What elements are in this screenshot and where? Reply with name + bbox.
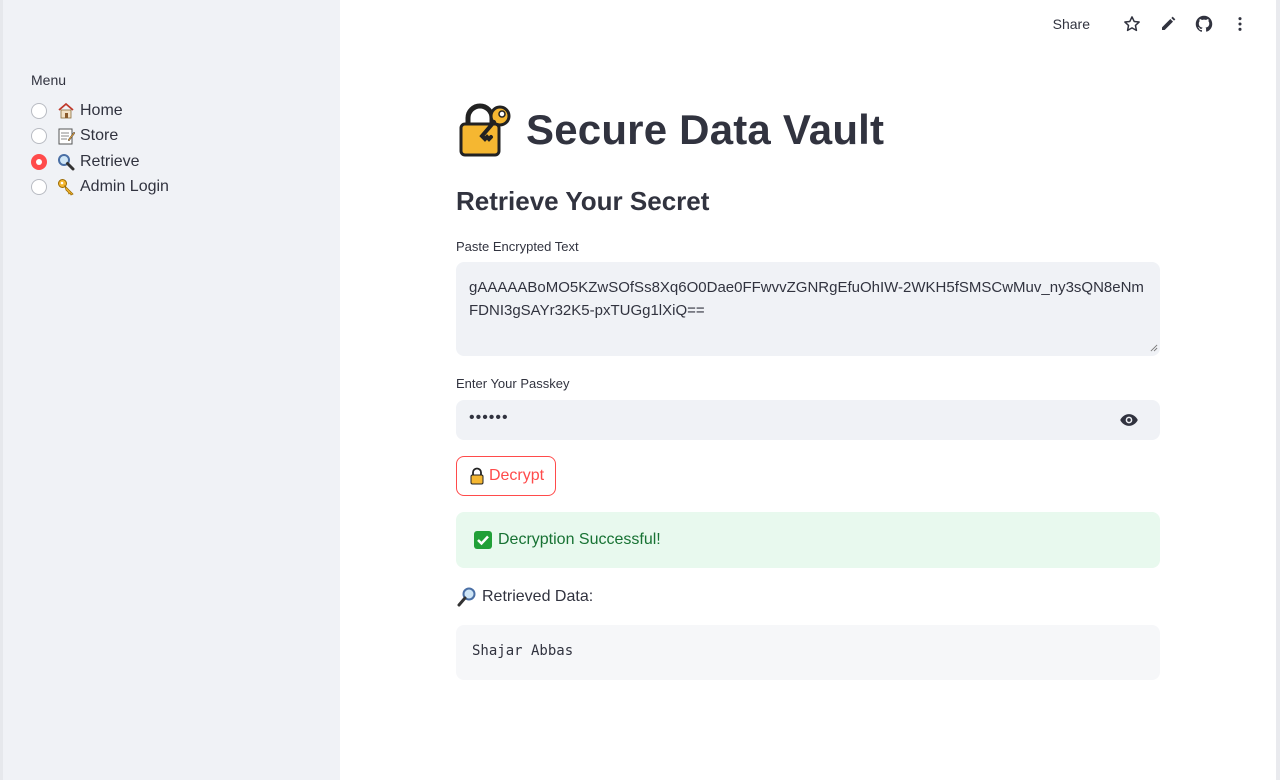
passkey-label: Enter Your Passkey	[456, 376, 570, 391]
menu-item-label: Store	[80, 127, 119, 145]
lock-icon	[470, 467, 484, 485]
decrypt-button-label: Decrypt	[488, 467, 545, 484]
retrieved-data-code-block: Shajar Abbas	[456, 625, 1160, 680]
menu-item-retrieve[interactable]: Retrieve	[31, 149, 169, 175]
passkey-input[interactable]: ••••••	[456, 400, 1160, 440]
scrollbar[interactable]	[1276, 0, 1280, 780]
eye-icon[interactable]	[1118, 410, 1140, 430]
passkey-value: ••••••	[469, 409, 509, 426]
menu-label: Menu	[31, 72, 67, 88]
success-alert: Decryption Successful!	[456, 512, 1160, 568]
edit-icon[interactable]	[1158, 14, 1178, 34]
decrypt-button[interactable]: Decrypt	[456, 456, 556, 496]
encrypted-text-input[interactable]: gAAAAABoMO5KZwSOfSs8Xq6O0Dae0FFwvvZGNRgE…	[456, 262, 1160, 356]
menu-radio-group: Home Store Retrieve Admin Login	[31, 98, 169, 200]
menu-item-label: Admin Login	[80, 178, 169, 196]
key-icon	[56, 177, 76, 197]
menu-item-home[interactable]: Home	[31, 98, 169, 124]
check-mark-icon	[474, 531, 492, 549]
menu-item-store[interactable]: Store	[31, 124, 169, 150]
lock-with-key-icon	[456, 102, 512, 158]
house-icon	[56, 101, 76, 121]
magnifier-icon	[56, 152, 76, 172]
page-title-row: Secure Data Vault	[456, 102, 884, 158]
radio-button[interactable]	[31, 128, 47, 145]
menu-item-label: Retrieve	[80, 152, 140, 170]
radio-button[interactable]	[31, 179, 47, 196]
star-icon[interactable]	[1122, 14, 1142, 34]
resize-grip-icon[interactable]	[1150, 344, 1158, 352]
section-heading: Retrieve Your Secret	[456, 186, 710, 216]
memo-icon	[56, 126, 76, 146]
header-toolbar: Share	[1053, 12, 1250, 36]
radio-button-selected[interactable]	[31, 153, 47, 170]
success-message: Decryption Successful!	[498, 531, 661, 548]
magnifier-right-icon	[457, 587, 476, 607]
share-button[interactable]: Share	[1053, 16, 1090, 32]
sidebar: Menu Home Store Retrieve Admin Login	[0, 0, 340, 780]
menu-item-admin-login[interactable]: Admin Login	[31, 175, 169, 201]
retrieved-data-label-row: Retrieved Data:	[456, 586, 593, 608]
encrypted-text-label: Paste Encrypted Text	[456, 239, 579, 254]
more-icon[interactable]	[1230, 14, 1250, 34]
menu-item-label: Home	[80, 101, 123, 119]
radio-button[interactable]	[31, 102, 47, 119]
retrieved-data-label: Retrieved Data:	[482, 588, 594, 605]
page-title: Secure Data Vault	[526, 106, 885, 153]
github-icon[interactable]	[1194, 14, 1214, 34]
